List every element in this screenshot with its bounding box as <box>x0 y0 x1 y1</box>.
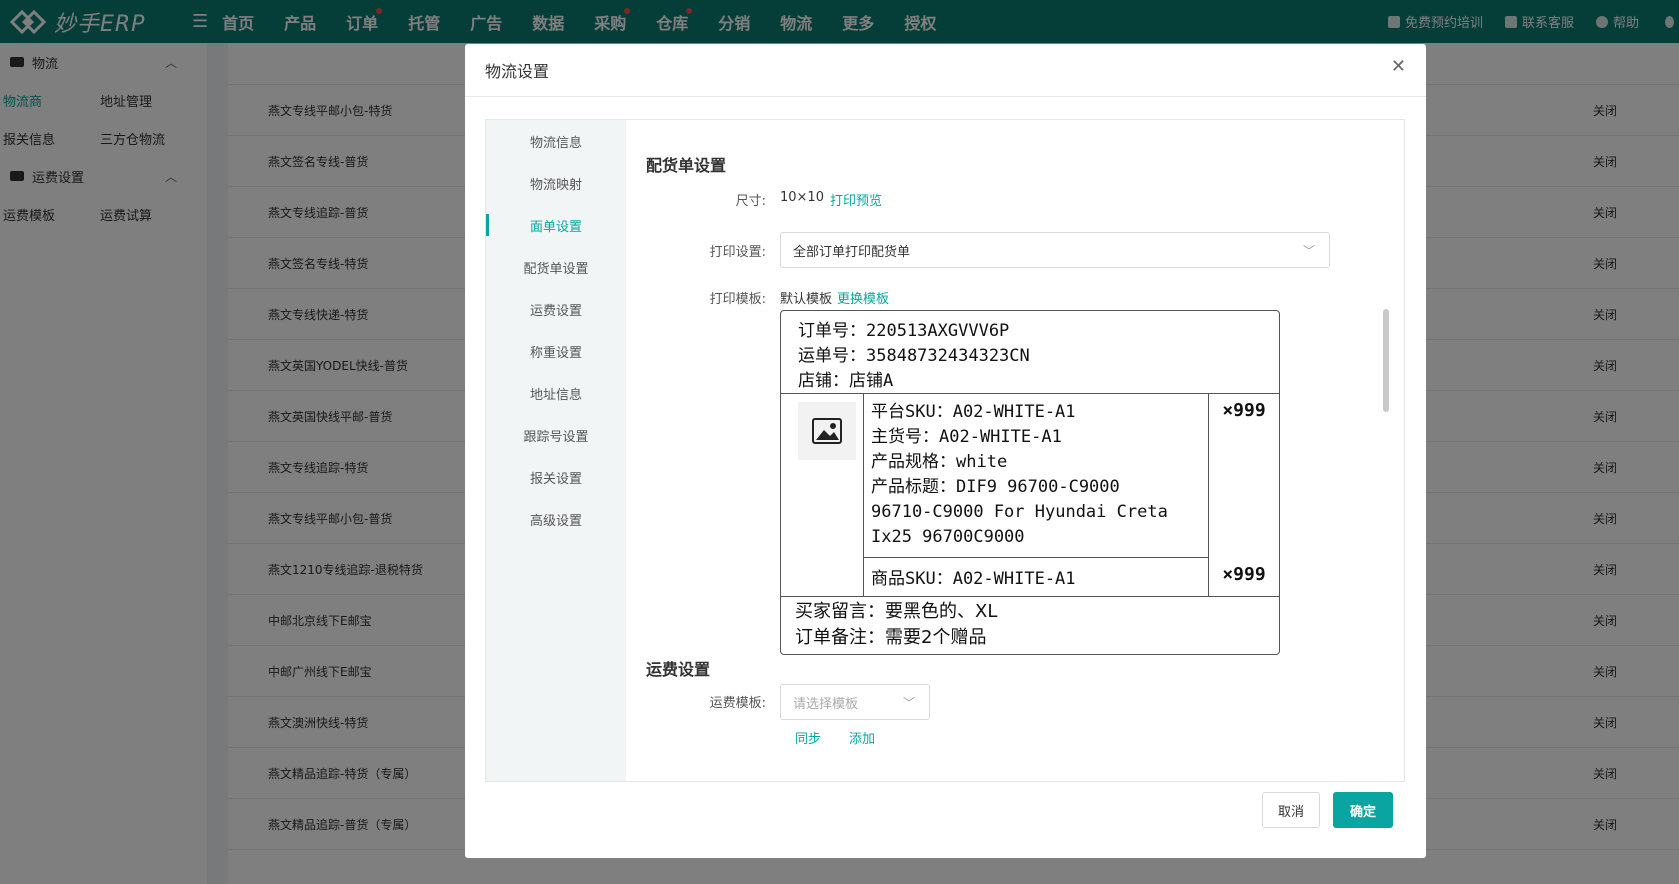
tab-item[interactable]: 跟踪号设置 <box>486 414 626 456</box>
shop-name: 店铺：店铺A <box>798 371 894 391</box>
tab-item[interactable]: 配货单设置 <box>486 246 626 288</box>
tracking-number: 运单号：35848732434323CN <box>798 346 1030 366</box>
tab-item[interactable]: 地址信息 <box>486 372 626 414</box>
print-setting-select[interactable]: 全部订单打印配货单 ﹀ <box>780 232 1330 268</box>
add-link[interactable]: 添加 <box>849 728 875 747</box>
size-value: 10×10 <box>780 190 824 205</box>
print-preview-link[interactable]: 打印预览 <box>830 190 882 209</box>
template-value: 默认模板 <box>780 292 833 307</box>
size-label: 尺寸: <box>735 194 766 209</box>
chevron-down-icon: ﹀ <box>902 696 915 710</box>
item-sku: 商品SKU：A02-WHITE-A1 <box>863 558 1209 596</box>
tab-item[interactable]: 面单设置 <box>486 204 626 246</box>
product-spec: 产品规格：white <box>871 452 1008 472</box>
print-template-label: 打印模板: <box>709 292 766 307</box>
order-note: 订单备注：需要2个赠品 <box>795 627 987 648</box>
main-sku: 主货号：A02-WHITE-A1 <box>871 427 1062 447</box>
print-setting-label: 打印设置: <box>709 245 766 260</box>
confirm-button[interactable]: 确定 <box>1333 792 1393 828</box>
modal-title: 物流设置 <box>485 62 550 81</box>
tab-item[interactable]: 物流映射 <box>486 162 626 204</box>
sync-link[interactable]: 同步 <box>795 728 821 747</box>
tab-item[interactable]: 报关设置 <box>486 456 626 498</box>
quantity-2: ×999 <box>1222 564 1266 585</box>
image-placeholder-icon <box>798 402 856 460</box>
close-icon[interactable]: ✕ <box>1391 56 1406 77</box>
modal-scrollbar[interactable] <box>1383 309 1389 412</box>
packing-section-title: 配货单设置 <box>646 156 727 175</box>
freight-section-title: 运费设置 <box>646 660 711 679</box>
tab-item[interactable]: 物流信息 <box>486 120 626 162</box>
change-template-link[interactable]: 更换模板 <box>837 288 889 307</box>
cancel-button[interactable]: 取消 <box>1262 792 1320 828</box>
modal-body: 物流信息 物流映射 面单设置 配货单设置 运费设置 称重设置 地址信息 跟踪号设置 报关设置 高级… <box>485 119 1405 782</box>
product-title-2: 96710-C9000 For Hyundai Creta <box>871 502 1168 522</box>
product-info-cell: 平台SKU：A02-WHITE-A1 主货号：A02-WHITE-A1 产品规格… <box>863 394 1209 558</box>
settings-content: 配货单设置 尺寸: 10×10 打印预览 打印设置: 全部订单打印配货单 ﹀ 打… <box>626 120 1404 781</box>
tab-item[interactable]: 称重设置 <box>486 330 626 372</box>
product-title-1: 产品标题：DIF9 96700-C9000 <box>871 477 1120 497</box>
chevron-down-icon: ﹀ <box>1302 244 1315 258</box>
order-number: 订单号：220513AXGVVV6P <box>798 321 1010 341</box>
freight-template-select[interactable]: 请选择模板 ﹀ <box>780 684 930 720</box>
logistics-settings-modal: 物流设置 ✕ 物流信息 物流映射 面单设置 配货单设置 运费设置 称重设置 地址信息 跟踪号设… <box>465 44 1426 858</box>
platform-sku: 平台SKU：A02-WHITE-A1 <box>871 402 1076 422</box>
tab-item[interactable]: 运费设置 <box>486 288 626 330</box>
tab-item[interactable]: 高级设置 <box>486 498 626 540</box>
packing-slip-preview: 订单号：220513AXGVVV6P 运单号：35848732434323CN … <box>780 310 1280 655</box>
quantity-1: ×999 <box>1222 400 1266 421</box>
buyer-note: 买家留言：要黑色的、XL <box>795 601 998 622</box>
freight-template-label: 运费模板: <box>709 696 766 711</box>
settings-tabs: 物流信息 物流映射 面单设置 配货单设置 运费设置 称重设置 地址信息 跟踪号设置 报关设置 高级… <box>486 120 626 781</box>
product-title-3: Ix25 96700C9000 <box>871 527 1025 547</box>
